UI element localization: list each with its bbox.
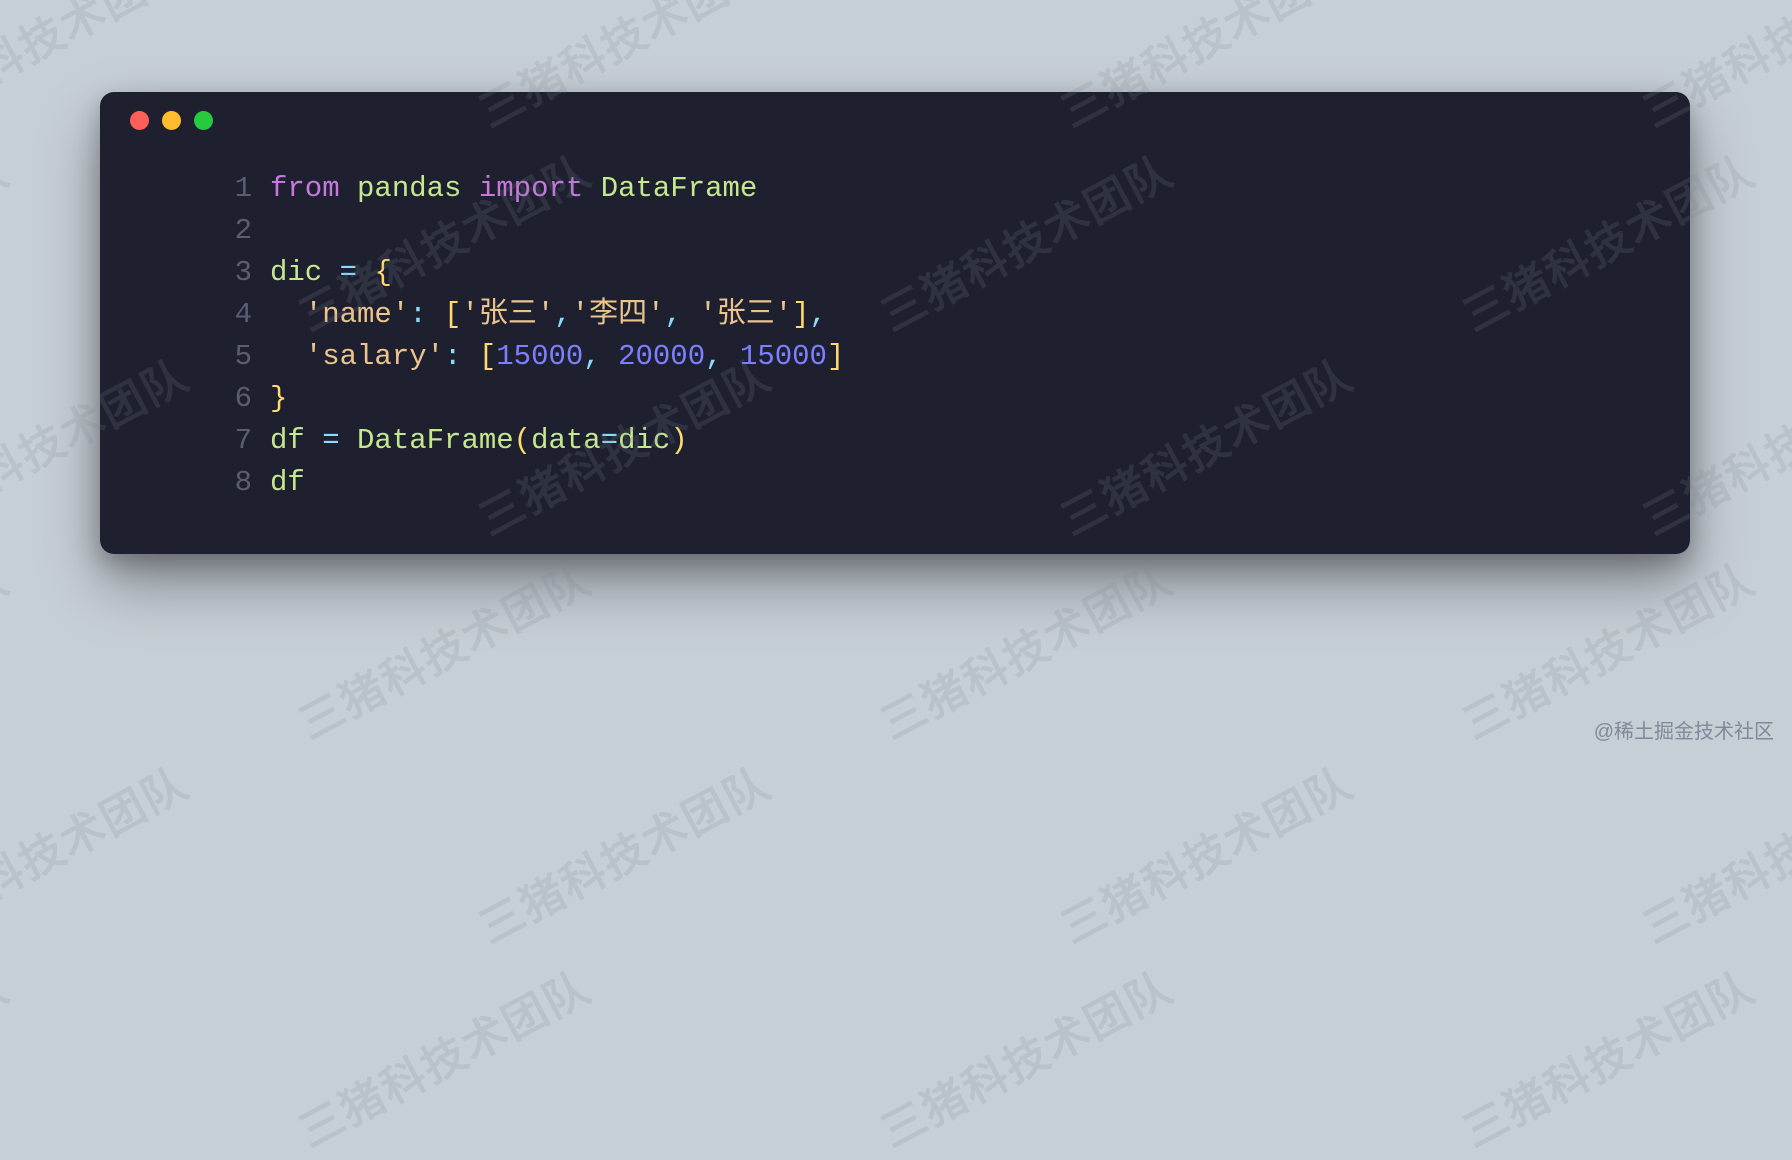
minimize-icon[interactable] xyxy=(162,111,181,130)
line-number: 6 xyxy=(100,378,270,420)
line-number: 7 xyxy=(100,420,270,462)
code-line: 3dic = { xyxy=(100,252,1690,294)
maximize-icon[interactable] xyxy=(194,111,213,130)
line-number: 8 xyxy=(100,462,270,504)
code-content: } xyxy=(270,378,287,420)
code-content: 'name': ['张三','李四', '张三'], xyxy=(270,294,827,336)
code-line: 5 'salary': [15000, 20000, 15000] xyxy=(100,336,1690,378)
code-line: 7df = DataFrame(data=dic) xyxy=(100,420,1690,462)
code-content: df = DataFrame(data=dic) xyxy=(270,420,688,462)
window-titlebar xyxy=(100,92,1690,148)
watermark-text: 三猪科技术团队 xyxy=(0,136,18,344)
watermark-text: 三猪科技术团队 xyxy=(0,544,18,752)
line-number: 4 xyxy=(100,294,270,336)
watermark-text: 三猪科技术团队 xyxy=(868,952,1182,1160)
code-line: 6} xyxy=(100,378,1690,420)
watermark-text: 三猪科技术团队 xyxy=(286,952,600,1160)
line-number: 5 xyxy=(100,336,270,378)
code-line: 8df xyxy=(100,462,1690,504)
watermark-text: 三猪科技术团队 xyxy=(1450,952,1764,1160)
watermark-text: 三猪科技术团队 xyxy=(1048,748,1362,956)
watermark-text: 三猪科技术团队 xyxy=(0,748,198,956)
watermark-text: 三猪科技术团队 xyxy=(466,748,780,956)
line-number: 2 xyxy=(100,210,270,252)
code-content: df xyxy=(270,462,305,504)
code-window: 1from pandas import DataFrame2 3dic = {4… xyxy=(100,92,1690,554)
watermark-text: 三猪科技术团队 xyxy=(0,952,18,1160)
code-content xyxy=(270,210,287,252)
close-icon[interactable] xyxy=(130,111,149,130)
code-line: 1from pandas import DataFrame xyxy=(100,168,1690,210)
line-number: 3 xyxy=(100,252,270,294)
watermark-text: 三猪科技术团队 xyxy=(1630,748,1792,956)
code-content: from pandas import DataFrame xyxy=(270,168,757,210)
watermark-text: 三猪科技术团队 xyxy=(868,544,1182,752)
code-line: 4 'name': ['张三','李四', '张三'], xyxy=(100,294,1690,336)
line-number: 1 xyxy=(100,168,270,210)
code-content: dic = { xyxy=(270,252,392,294)
attribution-text: @稀土掘金技术社区 xyxy=(1594,715,1774,744)
code-area: 1from pandas import DataFrame2 3dic = {4… xyxy=(100,148,1690,504)
code-content: 'salary': [15000, 20000, 15000] xyxy=(270,336,844,378)
code-line: 2 xyxy=(100,210,1690,252)
watermark-text: 三猪科技术团队 xyxy=(286,544,600,752)
